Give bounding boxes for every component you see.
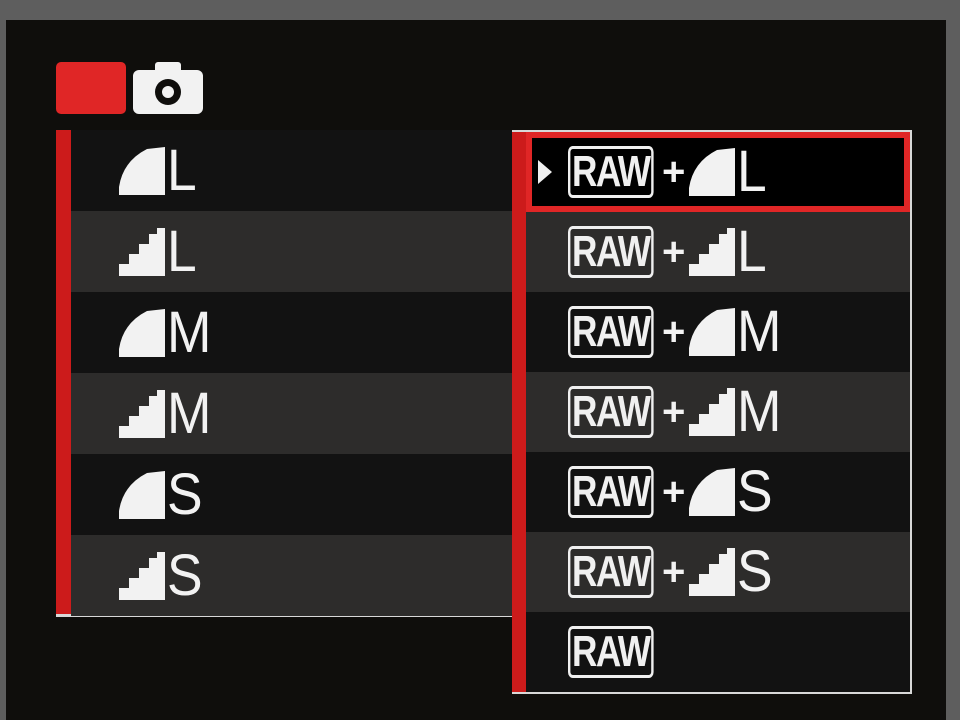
- size-label: M: [737, 379, 781, 444]
- normal-quality-icon: [119, 552, 165, 600]
- selection-cursor-icon: [538, 160, 552, 184]
- size-label: S: [167, 461, 203, 527]
- raw-badge: RAW: [568, 626, 654, 678]
- size-label: M: [167, 299, 211, 365]
- camera-menu-screen: LLMMSS RAW + L RAW + L RAW + M RAW + M RAW + S RAW + S RAW: [6, 20, 946, 720]
- plus-sign: +: [662, 309, 686, 354]
- raw-quality-option[interactable]: RAW + S: [526, 532, 910, 612]
- quality-option[interactable]: S: [71, 535, 518, 616]
- camera-tab[interactable]: [133, 62, 203, 114]
- fine-quality-icon: [119, 309, 165, 357]
- raw-quality-option[interactable]: RAW: [526, 612, 910, 692]
- size-label: L: [167, 218, 197, 284]
- raw-quality-option[interactable]: RAW + L: [526, 212, 910, 292]
- normal-quality-icon: [689, 388, 735, 436]
- quality-option[interactable]: M: [71, 373, 518, 454]
- size-label: S: [737, 459, 773, 524]
- raw-quality-option[interactable]: RAW + S: [526, 452, 910, 532]
- raw-quality-option[interactable]: RAW + M: [526, 292, 910, 372]
- raw-badge: RAW: [568, 386, 654, 438]
- fine-quality-icon: [689, 468, 735, 516]
- camera-icon: [133, 62, 203, 114]
- quality-option[interactable]: L: [71, 211, 518, 292]
- raw-badge: RAW: [568, 226, 654, 278]
- raw-badge: RAW: [568, 306, 654, 358]
- quality-option[interactable]: M: [71, 292, 518, 373]
- plus-sign: +: [662, 389, 686, 434]
- size-label: M: [167, 380, 211, 446]
- size-label: L: [737, 219, 767, 284]
- size-label: M: [737, 299, 781, 364]
- plus-sign: +: [662, 149, 686, 194]
- fine-quality-icon: [689, 148, 735, 196]
- raw-badge: RAW: [568, 546, 654, 598]
- raw-badge: RAW: [568, 466, 654, 518]
- size-label: S: [737, 539, 773, 604]
- fine-quality-icon: [689, 308, 735, 356]
- normal-quality-icon: [689, 548, 735, 596]
- menu-left-accent-bar: [56, 130, 71, 614]
- plus-sign: +: [662, 229, 686, 274]
- shooting-menu-tab-active[interactable]: [56, 62, 126, 114]
- image-quality-list: LLMMSS: [56, 130, 518, 617]
- fine-quality-icon: [119, 471, 165, 519]
- normal-quality-icon: [119, 390, 165, 438]
- size-label: L: [167, 137, 197, 203]
- plus-sign: +: [662, 469, 686, 514]
- plus-sign: +: [662, 549, 686, 594]
- raw-quality-option-selected[interactable]: RAW + L: [526, 132, 910, 212]
- raw-quality-option[interactable]: RAW + M: [526, 372, 910, 452]
- normal-quality-icon: [689, 228, 735, 276]
- normal-quality-icon: [119, 228, 165, 276]
- size-label: S: [167, 542, 203, 608]
- quality-option[interactable]: L: [71, 130, 518, 211]
- raw-quality-list: RAW + L RAW + L RAW + M RAW + M RAW + S RAW + S RAW: [512, 130, 912, 694]
- raw-badge: RAW: [568, 146, 654, 198]
- quality-option[interactable]: S: [71, 454, 518, 535]
- fine-quality-icon: [119, 147, 165, 195]
- menu-right-accent-bar: [512, 132, 526, 692]
- size-label: L: [737, 139, 767, 204]
